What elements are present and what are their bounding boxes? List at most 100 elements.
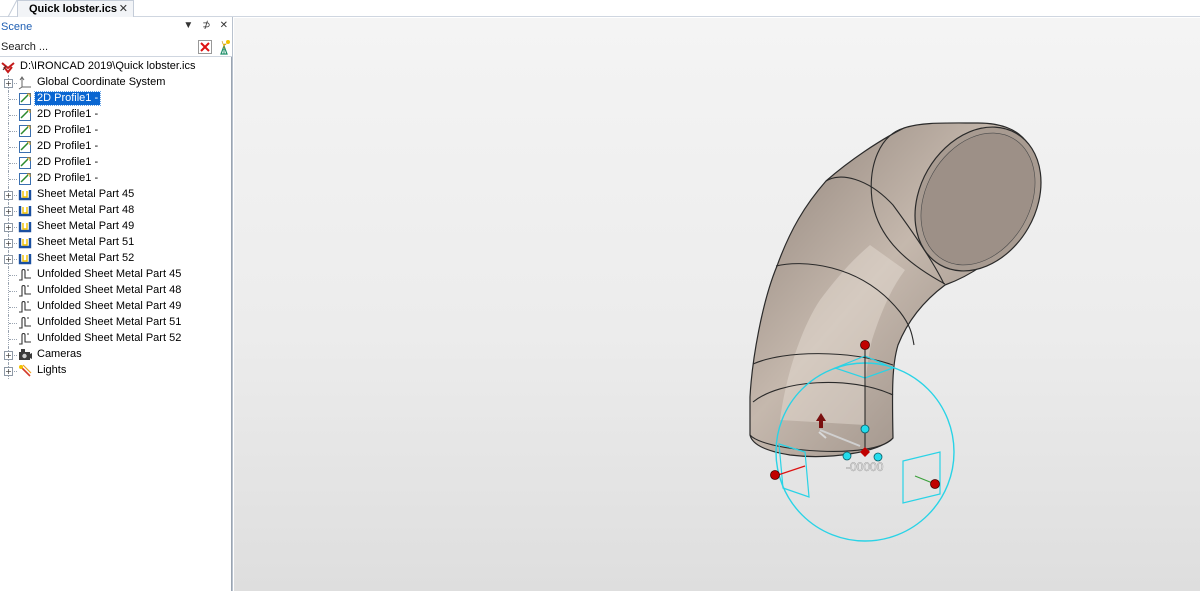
tree-item-label: 2D Profile1 - — [37, 156, 99, 168]
dimension-readout: -00000 — [846, 460, 884, 474]
scene-root-icon — [1, 60, 16, 74]
expand-icon[interactable]: + — [4, 351, 13, 360]
scene-tree-item[interactable]: 2D Profile1 - — [0, 139, 231, 155]
scene-tree-item[interactable]: + Lights — [0, 363, 231, 379]
panel-window-controls: ▼ ⊅ ✕ — [183, 20, 228, 31]
profile-sketch-icon — [18, 108, 33, 122]
tree-item-label: Global Coordinate System — [37, 76, 166, 88]
tree-item-label: Sheet Metal Part 49 — [37, 220, 135, 232]
tree-item-label: Lights — [37, 364, 67, 376]
tree-item-label: Sheet Metal Part 48 — [37, 204, 135, 216]
search-filter-icon[interactable] — [216, 39, 232, 55]
panel-pin-icon[interactable]: ⊅ — [202, 20, 210, 31]
expand-icon[interactable]: + — [4, 223, 13, 232]
tree-connector-branch — [9, 179, 17, 180]
scene-tree-item[interactable]: 2D Profile1 - — [0, 91, 231, 107]
scene-tree-item[interactable]: + Global Coordinate System — [0, 75, 231, 91]
document-tab[interactable]: Quick lobster.ics ✕ — [17, 0, 134, 17]
viewport-canvas[interactable]: -00000 — [234, 18, 1200, 591]
scene-tree-item[interactable]: Unfolded Sheet Metal Part 51 — [0, 315, 231, 331]
tree-item-label: Unfolded Sheet Metal Part 49 — [37, 300, 182, 312]
scene-tree-item[interactable]: Unfolded Sheet Metal Part 49 — [0, 299, 231, 315]
document-tab-strip: Quick lobster.ics ✕ — [0, 0, 1200, 17]
expand-icon[interactable]: + — [4, 207, 13, 216]
tree-item-label: Unfolded Sheet Metal Part 45 — [37, 268, 182, 280]
triball-center-handle-top[interactable] — [860, 424, 870, 434]
triball-handle-right[interactable] — [930, 479, 940, 489]
tree-item-label: Cameras — [37, 348, 82, 360]
close-tab-icon[interactable]: ✕ — [119, 2, 128, 15]
camera-icon — [18, 348, 33, 362]
coordinate-system-icon — [18, 76, 33, 90]
profile-sketch-icon — [18, 156, 33, 170]
expand-icon[interactable]: + — [4, 191, 13, 200]
tree-connector-branch — [9, 323, 17, 324]
scene-search-bar — [0, 37, 232, 57]
tree-item-label: Unfolded Sheet Metal Part 51 — [37, 316, 182, 328]
expand-icon[interactable]: + — [4, 367, 13, 376]
tab-strip-edge — [7, 0, 18, 17]
scene-tree-item[interactable]: 2D Profile1 - — [0, 107, 231, 123]
document-tab-title: Quick lobster.ics — [29, 3, 118, 15]
profile-sketch-icon — [18, 124, 33, 138]
scene-search-input[interactable] — [0, 37, 193, 56]
scene-tree: D:\IRONCAD 2019\Quick lobster.ics + Global… — [0, 59, 231, 379]
tree-item-label: 2D Profile1 - — [33, 91, 102, 106]
tree-connector-branch — [9, 163, 17, 164]
tree-connector-branch — [9, 291, 17, 292]
tree-item-label: Unfolded Sheet Metal Part 48 — [37, 284, 182, 296]
clear-search-icon[interactable] — [198, 40, 212, 54]
panel-scroll-divider — [231, 57, 232, 591]
scene-tree-item[interactable]: + Sheet Metal Part 49 — [0, 219, 231, 235]
sheet-metal-part-icon — [18, 204, 33, 218]
expand-icon[interactable]: + — [4, 79, 13, 88]
tree-item-label: 2D Profile1 - — [37, 140, 99, 152]
light-icon — [18, 364, 33, 378]
unfolded-sheet-metal-icon — [18, 332, 33, 346]
scene-browser-panel: Scene ▼ ⊅ ✕ D:\IRONCAD 2019\Quick lobste… — [0, 17, 233, 591]
tree-item-label: Unfolded Sheet Metal Part 52 — [37, 332, 182, 344]
tree-connector-branch — [9, 147, 17, 148]
tree-item-label: 2D Profile1 - — [37, 172, 99, 184]
lobster-back-elbow-part[interactable] — [749, 104, 1066, 458]
triball-center-handle-left[interactable] — [842, 451, 852, 461]
profile-sketch-icon — [18, 92, 33, 106]
unfolded-sheet-metal-icon — [18, 316, 33, 330]
tree-connector-branch — [9, 339, 17, 340]
scene-tree-item[interactable]: Unfolded Sheet Metal Part 52 — [0, 331, 231, 347]
tree-item-label: 2D Profile1 - — [37, 108, 99, 120]
unfolded-sheet-metal-icon — [18, 268, 33, 282]
scene-tree-item[interactable]: Unfolded Sheet Metal Part 45 — [0, 267, 231, 283]
scene-tree-root[interactable]: D:\IRONCAD 2019\Quick lobster.ics — [0, 59, 231, 75]
scene-tree-item[interactable]: Unfolded Sheet Metal Part 48 — [0, 283, 231, 299]
scene-tree-item[interactable]: + Sheet Metal Part 45 — [0, 187, 231, 203]
sheet-metal-part-icon — [18, 188, 33, 202]
scene-tree-item[interactable]: + Sheet Metal Part 48 — [0, 203, 231, 219]
triball-handle-top[interactable] — [860, 340, 870, 350]
sheet-metal-part-icon — [18, 236, 33, 250]
profile-sketch-icon — [18, 140, 33, 154]
tree-item-label: Sheet Metal Part 52 — [37, 252, 135, 264]
scene-tree-item[interactable]: + Sheet Metal Part 51 — [0, 235, 231, 251]
expand-icon[interactable]: + — [4, 255, 13, 264]
scene-tree-item[interactable]: + Cameras — [0, 347, 231, 363]
scene-tree-item[interactable]: + Sheet Metal Part 52 — [0, 251, 231, 267]
expand-icon[interactable]: + — [4, 239, 13, 248]
tree-connector-branch — [9, 99, 17, 100]
3d-viewport[interactable]: -00000 — [234, 18, 1200, 591]
panel-close-icon[interactable]: ✕ — [220, 20, 228, 31]
unfolded-sheet-metal-icon — [18, 284, 33, 298]
scene-panel-header: Scene ▼ ⊅ ✕ — [0, 17, 232, 37]
sheet-metal-part-icon — [18, 252, 33, 266]
triball-plane-right[interactable] — [902, 451, 941, 504]
scene-tree-item[interactable]: 2D Profile1 - — [0, 123, 231, 139]
profile-sketch-icon — [18, 172, 33, 186]
sheet-metal-part-icon — [18, 220, 33, 234]
tree-connector-branch — [9, 275, 17, 276]
panel-dropdown-icon[interactable]: ▼ — [183, 20, 193, 31]
scene-tree-item[interactable]: 2D Profile1 - — [0, 171, 231, 187]
scene-tree-item[interactable]: 2D Profile1 - — [0, 155, 231, 171]
unfolded-sheet-metal-icon — [18, 300, 33, 314]
triball-handle-left[interactable] — [770, 470, 780, 480]
tree-connector-branch — [9, 307, 17, 308]
